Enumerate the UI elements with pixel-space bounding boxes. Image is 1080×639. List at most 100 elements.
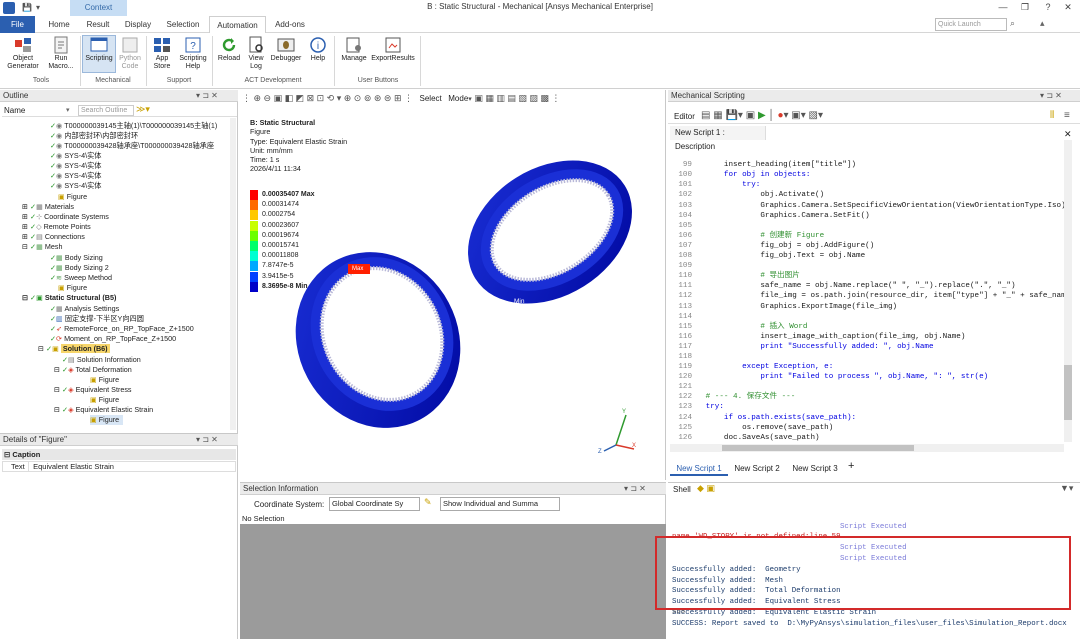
reload-button[interactable]: Reload: [214, 36, 244, 63]
filter-chevron-icon[interactable]: ≫▾: [136, 104, 150, 115]
tree-item[interactable]: ✓➶ RemoteForce_on_RP_TopFace_Z+1500: [50, 324, 194, 334]
tree-item[interactable]: ✓◉ SYS-4\实体: [50, 181, 101, 191]
menu-icon[interactable]: ≡: [1064, 110, 1070, 121]
ribbon-collapse-icon[interactable]: ▴: [1040, 18, 1045, 29]
minimize-icon[interactable]: —: [993, 1, 1013, 14]
line-number: 121: [678, 383, 692, 392]
select-button[interactable]: Select: [420, 94, 442, 103]
search-icon[interactable]: ⌕: [1010, 18, 1015, 29]
details-row[interactable]: Text Equivalent Elastic Strain: [2, 461, 236, 472]
tree-item[interactable]: ✓▥ 固定支撑-下半区Y向四圆: [50, 314, 144, 324]
outline-scrollbar[interactable]: [230, 118, 236, 430]
line-number: 111: [678, 282, 692, 291]
filter-icon[interactable]: ▼▾: [1060, 483, 1073, 494]
tab-add-ons[interactable]: Add-ons: [270, 16, 310, 33]
script-tab-2[interactable]: New Script 2: [730, 461, 784, 476]
shell-toolbar-icons[interactable]: ◆ ▣: [697, 483, 715, 494]
tree-item[interactable]: ✓◉ 内部密封环\内部密封环: [50, 131, 138, 141]
scripting-button[interactable]: Scripting: [82, 35, 116, 73]
scripting-help-button[interactable]: ? Scripting Help: [177, 36, 209, 71]
tree-item[interactable]: ✓⟳ Moment_on_RP_TopFace_Z+1500: [50, 334, 176, 344]
tree-item[interactable]: ✓◉ T000000039145主轴(1)\T000000039145主轴(1): [50, 121, 217, 131]
edit-icon[interactable]: ✎: [424, 497, 432, 508]
breakpoint-icon[interactable]: ●: [777, 110, 783, 121]
pin-icon[interactable]: ▾ ⊐ ✕: [196, 91, 218, 100]
tree-item[interactable]: ⊟ ✓▦ Mesh: [22, 242, 62, 252]
tree-item[interactable]: ▣ Figure: [58, 283, 87, 293]
details-title: Details of "Figure": [3, 435, 67, 444]
script-tab-1[interactable]: New Script 1: [670, 461, 728, 476]
tree-item-selected[interactable]: ▣ Figure: [90, 415, 124, 425]
pin-icon[interactable]: ▾ ⊐ ✕: [624, 484, 646, 493]
tree-item[interactable]: ✓▦ Analysis Settings: [50, 304, 119, 314]
coord-system-select[interactable]: Global Coordinate Sy: [329, 497, 420, 511]
python-code-button[interactable]: Python Code: [117, 36, 143, 71]
editor-hscroll-thumb[interactable]: [722, 445, 914, 451]
view-log-button[interactable]: View Log: [244, 36, 268, 71]
run-macro-button[interactable]: Run Macro...: [44, 36, 78, 71]
tree-item[interactable]: ✓▦ Body Sizing 2: [50, 263, 109, 273]
tree-item[interactable]: ⊟ ✓◈ Total Deformation: [54, 365, 132, 375]
outline-title: Outline: [3, 91, 29, 100]
editor-vscroll-thumb[interactable]: [1064, 365, 1072, 420]
run-icon[interactable]: ▶: [758, 110, 766, 121]
toolbar-icons-right[interactable]: ▣ ▦ ▥ ▤ ▧ ▨ ▩ ⋮: [474, 93, 560, 103]
mode-button[interactable]: Mode: [448, 94, 468, 103]
export-results-button[interactable]: ExportResults: [370, 36, 416, 63]
view-log-icon: [249, 36, 263, 53]
outline-tree: ✓◉ T000000039145主轴(1)\T000000039145主轴(1)…: [0, 121, 236, 431]
tab-automation[interactable]: Automation: [209, 16, 266, 33]
tab-home[interactable]: Home: [42, 16, 76, 33]
debugger-button[interactable]: Debugger: [268, 36, 304, 63]
shell-prompt[interactable]: >>>: [672, 608, 685, 619]
quick-launch-input[interactable]: Quick Launch: [935, 18, 1007, 31]
line-number: 114: [678, 312, 692, 321]
app-store-button[interactable]: App Store: [148, 36, 176, 71]
chevron-down-icon[interactable]: ▾: [66, 106, 70, 114]
tree-item[interactable]: ⊟ ✓◈ Equivalent Elastic Strain: [54, 405, 153, 415]
restore-icon[interactable]: ❐: [1015, 1, 1035, 14]
columns-icon[interactable]: ⫴: [1050, 110, 1054, 121]
close-icon[interactable]: ✕: [1064, 129, 1072, 140]
manage-button[interactable]: Manage: [338, 36, 370, 63]
active-script-tab[interactable]: New Script 1 : Description: [670, 126, 766, 151]
tree-item[interactable]: ⊞ ✓▤ Connections: [22, 232, 85, 242]
tree-item[interactable]: ✓≋ Sweep Method: [50, 273, 112, 283]
tree-item[interactable]: ▣ Figure: [90, 395, 119, 405]
outline-name-column[interactable]: Name: [4, 106, 25, 115]
tree-item[interactable]: ✓◉ T000000039428轴承座\T000000039428轴承座: [50, 141, 214, 151]
show-mode-select[interactable]: Show Individual and Summa: [440, 497, 560, 511]
tree-item[interactable]: ✓▦ Body Sizing: [50, 253, 103, 263]
tree-item[interactable]: ✓◉ SYS-4\实体: [50, 171, 101, 181]
tab-result[interactable]: Result: [80, 16, 116, 33]
tree-item[interactable]: ▣ Figure: [90, 375, 119, 385]
details-section-caption[interactable]: ⊟ Caption: [2, 449, 236, 460]
outline-search-input[interactable]: Search Outline: [78, 105, 134, 116]
tab-file[interactable]: File: [0, 16, 35, 33]
add-script-icon[interactable]: +: [848, 460, 854, 472]
tree-item[interactable]: ⊞ ✓▦ Materials: [22, 202, 74, 212]
tree-item[interactable]: ⊟ ✓◈ Equivalent Stress: [54, 385, 132, 395]
tab-selection[interactable]: Selection: [161, 16, 205, 33]
tree-item[interactable]: ⊞ ✓◇ Remote Points: [22, 222, 91, 232]
tree-item[interactable]: ✓◉ SYS-4\实体: [50, 151, 101, 161]
close-icon[interactable]: ✕: [1058, 1, 1078, 14]
code-editor[interactable]: 99 insert_heading(item["title"]) 100 for …: [670, 140, 1070, 442]
code-line: 122 # --- 4. 保存文件 ---: [670, 392, 1070, 402]
tree-item[interactable]: ✓▤ Solution Information: [62, 355, 141, 365]
help-icon[interactable]: ?: [1038, 1, 1058, 14]
pin-icon[interactable]: ▾ ⊐ ✕: [196, 435, 218, 444]
script-tab-3[interactable]: New Script 3: [788, 461, 842, 476]
tree-item[interactable]: ⊞ ✓⊹ Coordinate Systems: [22, 212, 109, 222]
tree-item[interactable]: ⊟ ✓▣ Static Structural (B5): [22, 293, 116, 303]
tree-item[interactable]: ▣ Figure: [58, 192, 87, 202]
tree-item[interactable]: ⊟ ✓▣ Solution (B6): [38, 344, 110, 354]
tree-item[interactable]: ✓◉ SYS-4\实体: [50, 161, 101, 171]
help-button[interactable]: i Help: [306, 36, 330, 63]
editor-toolbar-icons[interactable]: ▤ ▦ 💾▾ ▣ ▶ │ ●▾ ▣▾ ▧▾: [701, 110, 823, 121]
details-value[interactable]: Equivalent Elastic Strain: [31, 462, 114, 471]
object-generator-button[interactable]: Object Generator: [4, 36, 42, 71]
pin-icon[interactable]: ▾ ⊐ ✕: [1040, 91, 1062, 100]
tab-display[interactable]: Display: [120, 16, 156, 33]
toolbar-icons[interactable]: ⋮ ⊕ ⊖ ▣ ◧ ◩ ⊠ ⊡ ⟲ ▾ ⊕ ⊙ ⊚ ⊛ ⊜ ⊞ ⋮: [242, 93, 413, 103]
